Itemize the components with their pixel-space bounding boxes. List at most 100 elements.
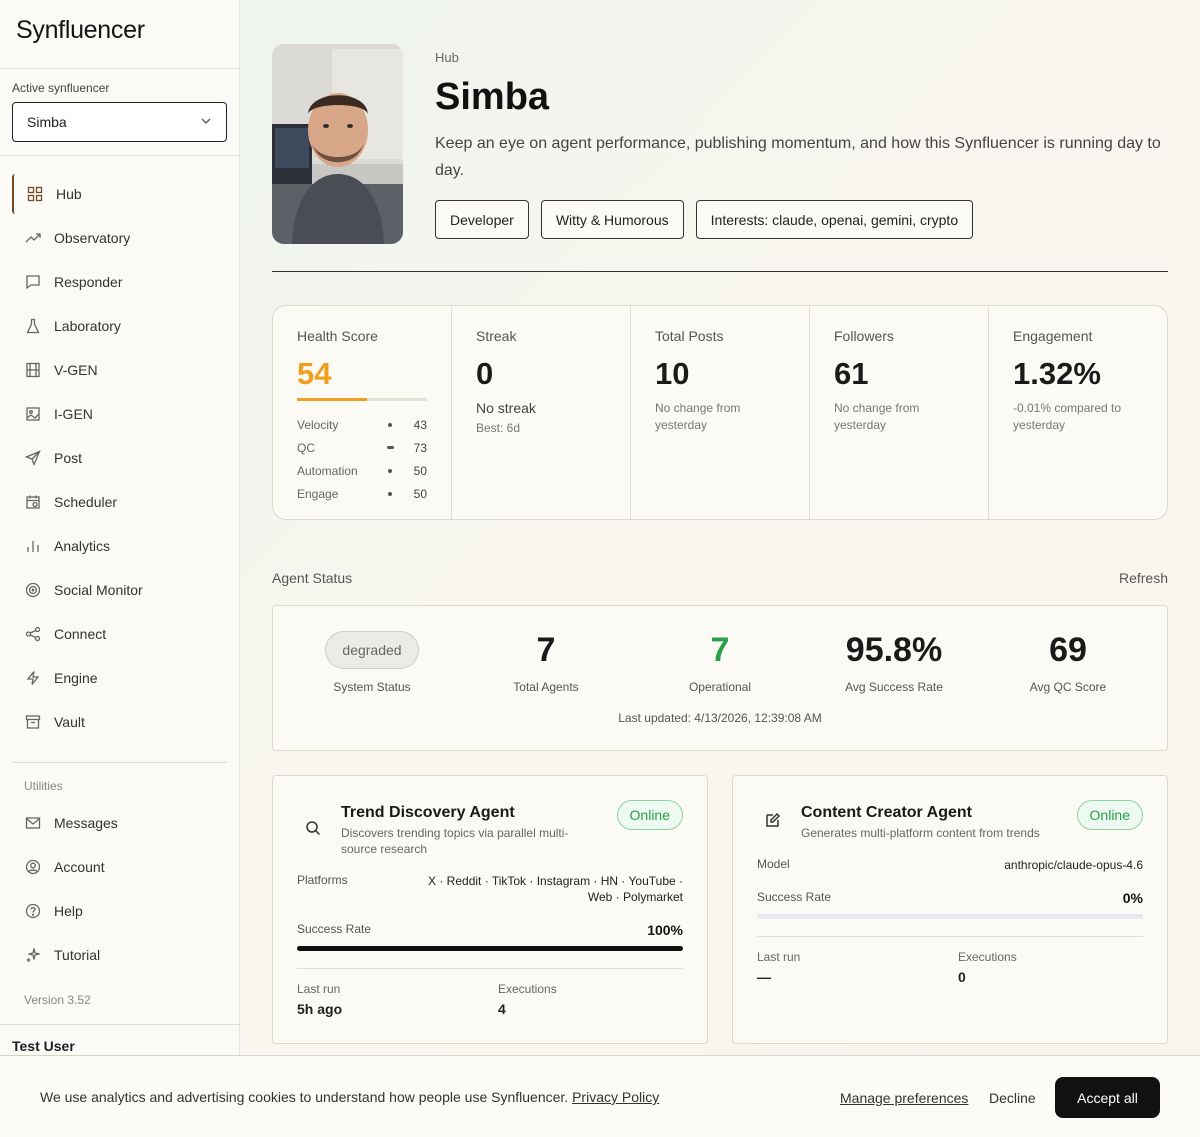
mail-icon — [24, 814, 42, 832]
success-rate-label: Success Rate — [757, 890, 832, 904]
stat-note: Best: 6d — [476, 421, 521, 435]
health-breakdown: Velocity 43 QC 73 Automation 50 Engage 5… — [297, 413, 427, 505]
agent-status-title: Agent Status — [272, 570, 353, 586]
calendar-icon — [24, 493, 42, 511]
agent-card-trend-discovery: Trend Discovery Agent Discovers trending… — [272, 775, 708, 1044]
cookie-banner: We use analytics and advertising cookies… — [0, 1055, 1200, 1137]
nav-item-hub[interactable]: Hub — [12, 174, 227, 214]
brand-logo[interactable]: Synfluencer — [0, 0, 239, 69]
cookie-message: We use analytics and advertising cookies… — [40, 1089, 569, 1105]
agent-status-panel: degraded System Status 7 Total Agents 7 … — [272, 605, 1168, 751]
radar-icon — [24, 581, 42, 599]
tag-interests[interactable]: Interests: claude, openai, gemini, crypt… — [695, 200, 974, 239]
nav-item-engine[interactable]: Engine — [12, 658, 227, 698]
nav-item-scheduler[interactable]: Scheduler — [12, 482, 227, 522]
breakdown-label: Velocity — [297, 417, 339, 432]
flask-icon — [24, 317, 42, 335]
stats-panel: Health Score 54 Velocity 43 QC 73 Automa… — [272, 305, 1168, 520]
stat-label: Engagement — [1013, 328, 1093, 344]
agent-model-row: Model anthropic/claude-opus-4.6 — [757, 857, 1143, 873]
nav-item-post[interactable]: Post — [12, 438, 227, 478]
last-run-label: Last run — [297, 982, 341, 996]
executions-value: 0 — [958, 969, 966, 985]
main-nav: Hub Observatory Responder Laboratory V-G… — [0, 156, 239, 742]
header-divider — [272, 271, 1168, 272]
avg-qc-value: 69 — [1049, 631, 1087, 669]
status-badge: Online — [616, 800, 683, 830]
tag-tone[interactable]: Witty & Humorous — [540, 200, 684, 239]
edit-icon — [765, 812, 781, 833]
nav-item-help[interactable]: Help — [12, 891, 227, 931]
breakdown-row: Automation 50 — [297, 459, 427, 482]
accept-all-button[interactable]: Accept all — [1055, 1077, 1160, 1118]
search-icon — [305, 820, 321, 841]
nav-item-observatory[interactable]: Observatory — [12, 218, 227, 258]
nav-item-analytics[interactable]: Analytics — [12, 526, 227, 566]
profile-tags: Developer Witty & Humorous Interests: cl… — [435, 200, 974, 239]
nav-item-label: Messages — [54, 815, 118, 831]
breakdown-label: QC — [297, 440, 315, 455]
stat-value: 54 — [297, 356, 332, 391]
success-rate-value: 0% — [1122, 890, 1143, 906]
tag-persona[interactable]: Developer — [435, 200, 529, 239]
privacy-policy-link[interactable]: Privacy Policy — [572, 1089, 659, 1105]
nav-item-label: Observatory — [54, 230, 131, 246]
nav-item-label: Analytics — [54, 538, 111, 554]
breakdown-value: 73 — [413, 440, 427, 455]
image-icon — [24, 405, 42, 423]
nav-item-vault[interactable]: Vault — [12, 702, 227, 742]
current-user[interactable]: Test User — [12, 1038, 75, 1054]
executions-label: Executions — [958, 950, 1017, 964]
system-status: degraded System Status — [292, 630, 452, 694]
bar-chart-icon — [24, 537, 42, 555]
dot-icon — [375, 422, 405, 427]
synfluencer-select[interactable]: Simba — [12, 102, 227, 142]
stat-health-score: Health Score 54 Velocity 43 QC 73 Automa… — [273, 306, 452, 519]
refresh-button[interactable]: Refresh — [1119, 570, 1168, 586]
manage-preferences-link[interactable]: Manage preferences — [840, 1090, 968, 1106]
system-status-label: System Status — [333, 680, 411, 694]
version-label: Version 3.52 — [24, 993, 91, 1007]
stat-label: Followers — [834, 328, 894, 344]
stat-note: No change from yesterday — [655, 401, 741, 432]
agent-card-content-creator: Content Creator Agent Generates multi-pl… — [732, 775, 1168, 1044]
nav-item-i-gen[interactable]: I-GEN — [12, 394, 227, 434]
sidebar: Synfluencer Active synfluencer Simba Hub… — [0, 0, 240, 1137]
nav-item-label: I-GEN — [54, 406, 93, 422]
dash-icon — [375, 446, 405, 449]
nav-item-social-monitor[interactable]: Social Monitor — [12, 570, 227, 610]
agent-name: Trend Discovery Agent — [341, 804, 515, 821]
stat-streak: Streak 0 No streak Best: 6d — [452, 306, 631, 519]
send-icon — [24, 449, 42, 467]
trend-icon — [24, 229, 42, 247]
stat-engagement: Engagement 1.32% -0.01% compared to yest… — [989, 306, 1167, 519]
active-synfluencer-block: Active synfluencer Simba — [0, 69, 239, 156]
bolt-icon — [24, 669, 42, 687]
health-progress-bar — [297, 398, 427, 401]
nav-item-responder[interactable]: Responder — [12, 262, 227, 302]
section-label: Hub — [435, 50, 459, 65]
nav-item-tutorial[interactable]: Tutorial — [12, 935, 227, 975]
stat-subtext: No streak — [476, 400, 536, 416]
stat-value: 0 — [476, 356, 494, 391]
stat-note: No change from yesterday — [834, 401, 920, 432]
nav-item-connect[interactable]: Connect — [12, 614, 227, 654]
status-badge: degraded — [325, 631, 419, 669]
operational-label: Operational — [688, 680, 752, 694]
nav-item-account[interactable]: Account — [12, 847, 227, 887]
chevron-down-icon — [200, 114, 212, 130]
breakdown-value: 43 — [413, 417, 427, 432]
nav-item-messages[interactable]: Messages — [12, 803, 227, 843]
decline-button[interactable]: Decline — [989, 1090, 1036, 1106]
stat-note: -0.01% compared to yesterday — [1013, 401, 1122, 432]
nav-item-laboratory[interactable]: Laboratory — [12, 306, 227, 346]
avg-qc-score: 69 Avg QC Score — [988, 630, 1148, 694]
breakdown-label: Automation — [297, 463, 358, 478]
utilities-nav: Messages Account Help Tutorial — [0, 799, 239, 975]
operational: 7 Operational — [640, 630, 800, 694]
success-rate-row: Success Rate 0% — [757, 890, 1143, 906]
total-agents-label: Total Agents — [513, 680, 579, 694]
help-icon — [24, 902, 42, 920]
success-rate-label: Success Rate — [297, 922, 372, 936]
nav-item-v-gen[interactable]: V-GEN — [12, 350, 227, 390]
